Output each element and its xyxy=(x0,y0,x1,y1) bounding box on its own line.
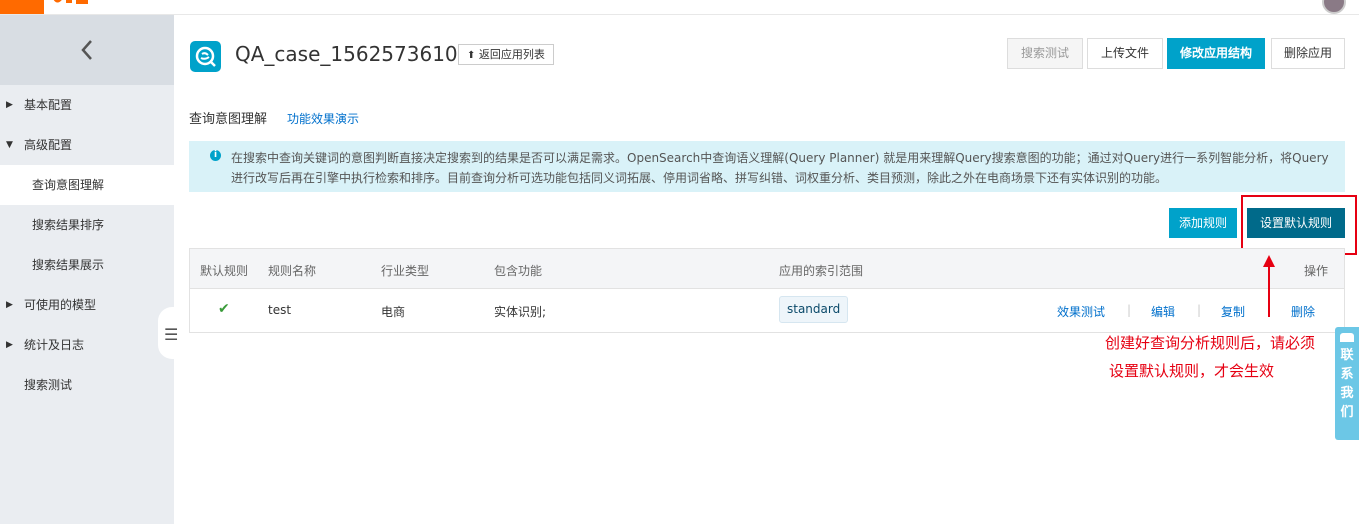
action-separator: | xyxy=(1127,303,1132,317)
column-header: 应用的索引范围 xyxy=(779,264,864,278)
delete-link[interactable]: 删除 xyxy=(1291,303,1315,320)
sidebar-item-search-test[interactable]: 搜索测试 xyxy=(0,365,174,405)
column-header: 规则名称 xyxy=(268,264,317,278)
info-icon: i xyxy=(210,150,221,161)
sidebar-item-stats-logs[interactable]: ▶ 统计及日志 xyxy=(0,325,174,365)
sidebar-item-result-sorting[interactable]: 搜索结果排序 xyxy=(0,205,174,245)
sidebar-collapse-button[interactable] xyxy=(0,15,174,85)
edit-link[interactable]: 编辑 xyxy=(1151,303,1175,320)
brand-logo-icon xyxy=(53,0,88,4)
sidebar-item-available-models[interactable]: ▶ 可使用的模型 xyxy=(0,285,174,325)
annotation-arrow-icon xyxy=(1263,255,1275,317)
app-search-icon xyxy=(190,41,221,72)
caret-down-icon: ▼ xyxy=(6,140,13,150)
feature-demo-link[interactable]: 功能效果演示 xyxy=(287,110,359,127)
sidebar-item-result-display[interactable]: 搜索结果展示 xyxy=(0,245,174,285)
sidebar: ▶ 基本配置 ▼ 高级配置 查询意图理解 搜索结果排序 搜索结果展示 ▶ 可使用… xyxy=(0,15,186,524)
column-header: 操作 xyxy=(1304,264,1329,278)
chevron-left-icon xyxy=(81,40,92,60)
effect-test-link[interactable]: 效果测试 xyxy=(1057,303,1105,320)
sidebar-item-advanced-config[interactable]: ▼ 高级配置 xyxy=(0,125,174,165)
info-notice: i 在搜索中查询关键词的意图判断直接决定搜索到的结果是否可以满足需求。OpenS… xyxy=(189,141,1345,192)
contact-us-tab[interactable]: 联 系 我 们 xyxy=(1335,327,1359,440)
caret-right-icon: ▶ xyxy=(6,100,13,110)
caret-right-icon: ▶ xyxy=(6,300,13,310)
add-rule-button[interactable]: 添加规则 xyxy=(1169,208,1237,238)
annotation-text: 创建好查询分析规则后，请必须 xyxy=(1105,334,1316,352)
copy-link[interactable]: 复制 xyxy=(1221,303,1245,320)
delete-app-button[interactable]: 删除应用 xyxy=(1271,38,1345,69)
annotation-text: 设置默认规则，才会生效 xyxy=(1109,362,1275,380)
column-header: 包含功能 xyxy=(494,264,543,278)
action-separator: | xyxy=(1197,303,1202,317)
brand-logo[interactable] xyxy=(52,0,92,10)
back-to-app-list-button[interactable]: ⬆ 返回应用列表 xyxy=(458,44,554,65)
sidebar-item-basic-config[interactable]: ▶ 基本配置 xyxy=(0,85,174,125)
index-scope-tag: standard xyxy=(779,296,849,323)
table-header: 默认规则 规则名称 行业类型 包含功能 应用的索引范围 操作 xyxy=(190,249,1344,289)
search-test-button[interactable]: 搜索测试 xyxy=(1007,38,1083,69)
brand-logo-block[interactable] xyxy=(0,0,44,14)
column-header: 默认规则 xyxy=(200,264,249,278)
caret-right-icon: ▶ xyxy=(6,340,13,350)
modify-app-structure-button[interactable]: 修改应用结构 xyxy=(1167,38,1265,69)
main-content: QA_case_1562573610 ⬆ 返回应用列表 搜索测试 上传文件 修改… xyxy=(174,15,1359,524)
column-header: 行业类型 xyxy=(381,264,430,278)
app-title: QA_case_1562573610 xyxy=(235,42,458,66)
upload-file-button[interactable]: 上传文件 xyxy=(1087,38,1163,69)
industry-type: 电商 xyxy=(381,305,406,319)
top-bar xyxy=(0,0,1359,15)
rule-name: test xyxy=(268,303,292,317)
sidebar-item-query-intent[interactable]: 查询意图理解 xyxy=(0,165,174,205)
highlight-box xyxy=(1241,195,1357,255)
included-features: 实体识别; xyxy=(494,305,547,319)
default-check-icon: ✔ xyxy=(218,301,230,317)
user-avatar[interactable] xyxy=(1322,0,1346,14)
section-title: 查询意图理解 xyxy=(189,112,268,127)
upload-arrow-icon: ⬆ xyxy=(467,50,476,61)
rules-table: 默认规则 规则名称 行业类型 包含功能 应用的索引范围 操作 ✔ test 电商… xyxy=(189,248,1345,333)
chat-icon xyxy=(1340,333,1354,342)
